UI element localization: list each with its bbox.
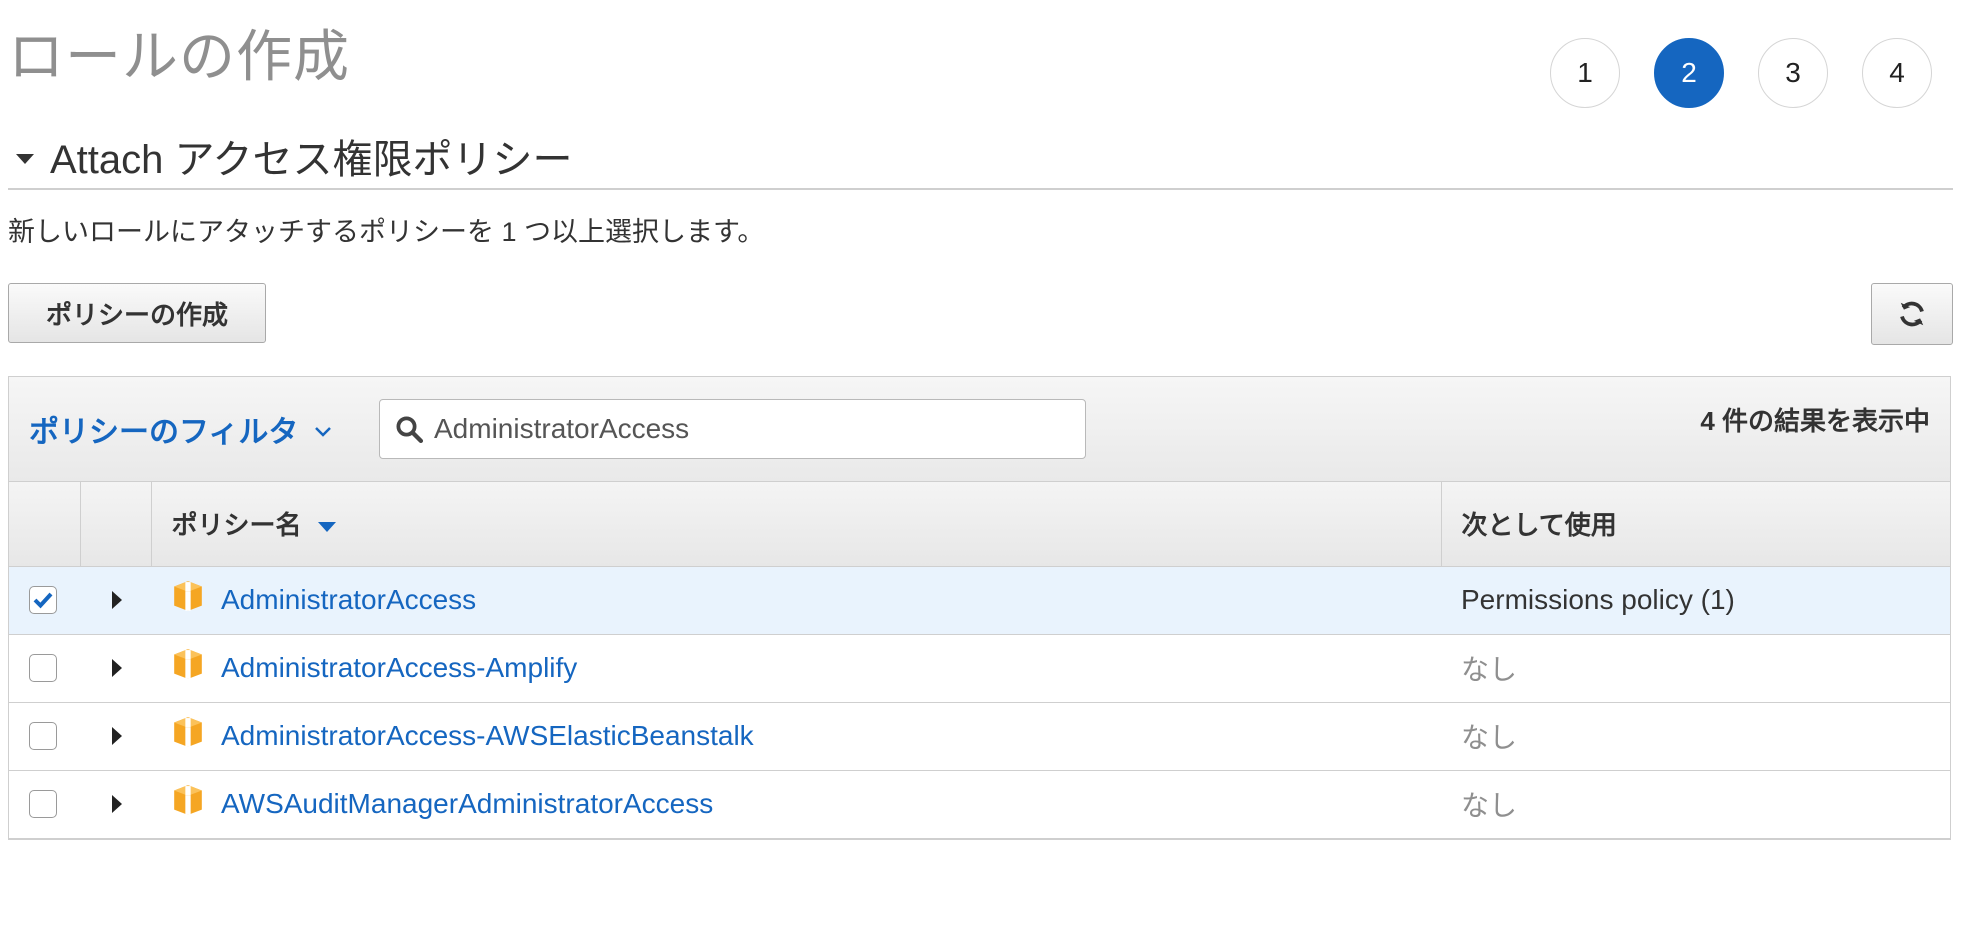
table-header-row: ポリシー名 次として使用 bbox=[9, 482, 1950, 567]
policy-used-as: なし bbox=[1461, 790, 1518, 821]
policy-used-as: なし bbox=[1461, 722, 1518, 753]
refresh-button[interactable] bbox=[1871, 283, 1953, 345]
header-select-cell bbox=[9, 482, 81, 567]
refresh-icon bbox=[1900, 301, 1924, 327]
header-policy-name[interactable]: ポリシー名 bbox=[151, 482, 1442, 567]
section-title: Attach アクセス権限ポリシー bbox=[50, 138, 573, 182]
step-2-active[interactable]: 2 bbox=[1654, 38, 1724, 108]
table-row[interactable]: AWSAuditManagerAdministratorAccess なし bbox=[9, 770, 1950, 838]
policy-cube-icon bbox=[174, 717, 202, 747]
header-expand-cell bbox=[80, 482, 152, 567]
expand-row-icon[interactable] bbox=[112, 659, 122, 677]
policy-cube-icon bbox=[174, 785, 202, 815]
page-title: ロールの作成 bbox=[8, 25, 350, 88]
policy-table-panel: ポリシーのフィルタ 4 件の結果を表示中 ポリシー bbox=[8, 376, 1951, 840]
expand-row-icon[interactable] bbox=[112, 727, 122, 745]
policy-name-link[interactable]: AdministratorAccess bbox=[221, 584, 476, 616]
search-icon bbox=[396, 416, 424, 444]
row-checkbox[interactable] bbox=[29, 654, 57, 682]
sort-desc-icon[interactable] bbox=[317, 522, 336, 533]
policy-used-as: なし bbox=[1461, 654, 1518, 685]
filter-bar: ポリシーのフィルタ 4 件の結果を表示中 bbox=[9, 377, 1950, 482]
table-row[interactable]: AdministratorAccess-Amplify なし bbox=[9, 634, 1950, 702]
expand-row-icon[interactable] bbox=[112, 591, 122, 609]
section-header[interactable]: Attach アクセス権限ポリシー bbox=[8, 124, 1953, 190]
search-input[interactable] bbox=[432, 412, 1056, 446]
row-checkbox[interactable] bbox=[29, 722, 57, 750]
search-box[interactable] bbox=[379, 399, 1086, 459]
step-3[interactable]: 3 bbox=[1758, 38, 1828, 108]
section-description: 新しいロールにアタッチするポリシーを 1 つ以上選択します。 bbox=[8, 217, 765, 247]
table-row[interactable]: AdministratorAccess-AWSElasticBeanstalk … bbox=[9, 702, 1950, 770]
result-count: 4 件の結果を表示中 bbox=[1700, 406, 1930, 436]
checkmark-icon bbox=[33, 592, 53, 609]
table-row[interactable]: AdministratorAccess Permissions policy (… bbox=[9, 566, 1950, 634]
policy-cube-icon bbox=[174, 581, 202, 611]
policy-name-link[interactable]: AWSAuditManagerAdministratorAccess bbox=[221, 788, 713, 820]
header-used-as[interactable]: 次として使用 bbox=[1441, 482, 1950, 567]
step-1[interactable]: 1 bbox=[1550, 38, 1620, 108]
step-4[interactable]: 4 bbox=[1862, 38, 1932, 108]
policy-cube-icon bbox=[174, 649, 202, 679]
chevron-down-icon bbox=[315, 427, 332, 437]
create-policy-button[interactable]: ポリシーの作成 bbox=[8, 283, 266, 343]
row-checkbox[interactable] bbox=[29, 790, 57, 818]
header-policy-name-label: ポリシー名 bbox=[171, 510, 302, 541]
policy-used-as: Permissions policy (1) bbox=[1461, 584, 1735, 615]
policy-name-link[interactable]: AdministratorAccess-AWSElasticBeanstalk bbox=[221, 720, 754, 752]
wizard-steps: 1 2 3 4 bbox=[1550, 38, 1932, 108]
policy-filter-dropdown[interactable]: ポリシーのフィルタ bbox=[29, 407, 332, 451]
row-checkbox-checked[interactable] bbox=[29, 586, 57, 614]
expand-row-icon[interactable] bbox=[112, 795, 122, 813]
collapse-caret-icon[interactable] bbox=[16, 154, 34, 164]
policy-table: ポリシー名 次として使用 AdministratorAccess Permiss… bbox=[9, 482, 1950, 839]
policy-filter-label: ポリシーのフィルタ bbox=[29, 416, 299, 449]
policy-name-link[interactable]: AdministratorAccess-Amplify bbox=[221, 652, 577, 684]
